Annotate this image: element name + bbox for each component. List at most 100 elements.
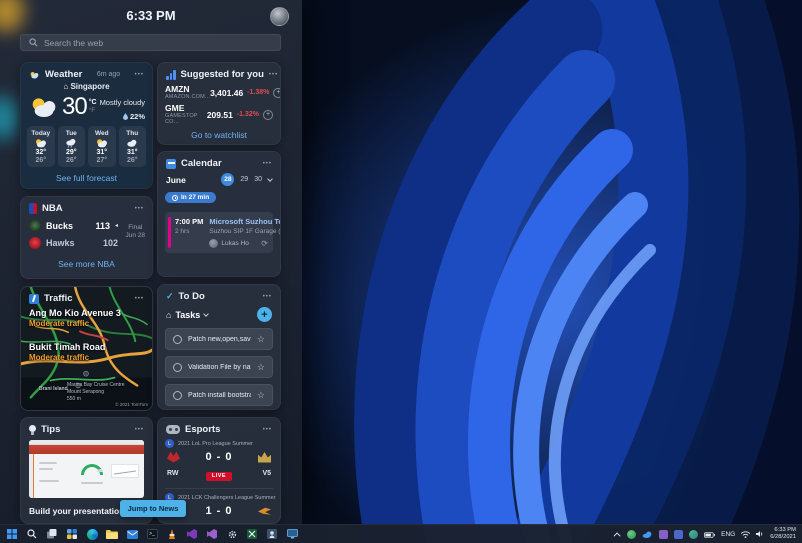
- sun-cloud-icon: [35, 139, 46, 148]
- add-to-watchlist-button[interactable]: +: [263, 109, 273, 120]
- widgets-button[interactable]: [66, 528, 78, 540]
- battery-icon[interactable]: [704, 525, 715, 543]
- network-icon[interactable]: [741, 525, 751, 543]
- visual-studio-button[interactable]: [186, 528, 198, 540]
- weather-location[interactable]: ⌂ Singapore: [21, 82, 152, 91]
- search-button[interactable]: [26, 528, 38, 540]
- terminal-button[interactable]: >_: [146, 528, 158, 540]
- rain-cloud-icon: [66, 138, 76, 148]
- media-player-button[interactable]: [166, 528, 178, 540]
- taskbar-date: 6/28/2021: [770, 534, 796, 540]
- todo-widget[interactable]: ✓ To Do ••• ⌂ Tasks + Patch new,open,sav…: [157, 284, 281, 410]
- traffic-menu-button[interactable]: •••: [135, 296, 144, 302]
- date-option[interactable]: 30: [254, 176, 262, 183]
- chevron-down-icon[interactable]: [267, 175, 273, 182]
- taskbar-clock[interactable]: 6:33 PM 6/28/2021: [770, 527, 796, 541]
- esports-match[interactable]: L 2021 LoL Pro League Summer 0 - 0 RW LI…: [158, 439, 280, 482]
- stocks-widget[interactable]: Suggested for you ••• AMZN AMAZON.COM...…: [157, 62, 281, 145]
- tray-app-teal-icon[interactable]: [689, 529, 699, 539]
- task-view-button[interactable]: [46, 528, 58, 540]
- tray-app-green-icon[interactable]: [627, 529, 637, 539]
- volume-icon[interactable]: [756, 525, 764, 543]
- star-icon[interactable]: ☆: [257, 362, 265, 373]
- clock-icon: [172, 194, 178, 201]
- team-logo-hle: [258, 507, 271, 515]
- weather-menu-button[interactable]: •••: [135, 72, 144, 78]
- task-text: Patch new,open,save,edi...: [188, 335, 251, 343]
- stocks-menu-button[interactable]: •••: [269, 72, 278, 78]
- add-to-watchlist-button[interactable]: +: [273, 87, 280, 98]
- see-more-nba-link[interactable]: See more NBA: [21, 259, 152, 269]
- task-complete-radio[interactable]: [173, 362, 182, 372]
- excel-button[interactable]: [246, 528, 258, 540]
- forecast-day[interactable]: Today 32° 26°: [27, 126, 55, 167]
- stock-name: AMAZON.COM...: [165, 94, 211, 100]
- calendar-widget[interactable]: Calendar ••• June 28 29 30 In 27 min 7:0…: [157, 151, 281, 277]
- gear-icon: [228, 530, 236, 538]
- teams-icon[interactable]: [674, 529, 684, 539]
- edge-browser-button[interactable]: [86, 528, 98, 540]
- tray-overflow-button[interactable]: [613, 531, 621, 539]
- forecast-day[interactable]: Wed 31° 27°: [88, 126, 116, 167]
- task-complete-radio[interactable]: [173, 390, 182, 400]
- search-placeholder: Search the web: [44, 37, 104, 48]
- task-list-selector[interactable]: Tasks: [175, 310, 200, 320]
- nba-widget[interactable]: NBA ••• Bucks 113 ◂ Hawks 102 Final Jun: [20, 196, 153, 279]
- star-icon[interactable]: ☆: [257, 390, 265, 401]
- weather-widget[interactable]: Weather 6m ago ••• ⌂ Singapore 30 °C °F: [20, 62, 153, 189]
- onedrive-icon[interactable]: [642, 525, 653, 543]
- monitor-app-button[interactable]: [286, 528, 298, 540]
- tray-app-purple-icon[interactable]: [659, 529, 669, 539]
- nba-menu-button[interactable]: •••: [135, 206, 144, 212]
- start-button[interactable]: [6, 528, 18, 540]
- search-input[interactable]: Search the web: [20, 34, 281, 51]
- home-icon: ⌂: [63, 82, 69, 91]
- esports-title: Esports: [185, 424, 221, 435]
- unit-celsius[interactable]: °C: [89, 99, 97, 107]
- remote-app-button[interactable]: [266, 528, 278, 540]
- date-selected[interactable]: 28: [221, 173, 235, 186]
- traffic-widget[interactable]: Traffic ••• Ang Mo Kio Avenue 3 Moderate…: [20, 286, 153, 411]
- calendar-event[interactable]: 7:00 PM 2 hrs Microsoft Suzhou Toa... Su…: [165, 211, 280, 253]
- chevron-down-icon[interactable]: [203, 310, 210, 317]
- traffic-icon: [29, 293, 39, 304]
- see-full-forecast-link[interactable]: See full forecast: [21, 173, 152, 183]
- stock-row[interactable]: AMZN AMAZON.COM... 3,401.46 -1.38% +: [158, 83, 280, 102]
- task-item[interactable]: Validation File by name ☆: [165, 356, 273, 378]
- event-title: Microsoft Suzhou Toa...: [209, 216, 280, 226]
- mail-icon: [126, 529, 138, 539]
- unit-fahrenheit[interactable]: °F: [89, 107, 97, 115]
- mail-button[interactable]: [126, 528, 138, 540]
- vs-code-button[interactable]: [206, 528, 218, 540]
- language-indicator[interactable]: ENG: [721, 531, 735, 538]
- team-name: RW: [167, 469, 179, 477]
- task-complete-radio[interactable]: [173, 334, 182, 344]
- hawks-logo-icon: [29, 236, 41, 249]
- weather-updated: 6m ago: [96, 71, 121, 78]
- todo-menu-button[interactable]: •••: [263, 294, 272, 300]
- home-icon: ⌂: [166, 309, 172, 320]
- go-to-watchlist-link[interactable]: Go to watchlist: [158, 130, 280, 140]
- event-countdown-badge: In 27 min: [165, 192, 217, 203]
- monitor-icon: [286, 529, 298, 539]
- calendar-menu-button[interactable]: •••: [263, 161, 272, 167]
- file-explorer-button[interactable]: [106, 528, 118, 540]
- add-task-button[interactable]: +: [257, 307, 272, 322]
- todo-title: To Do: [178, 291, 205, 302]
- jump-to-news-button[interactable]: Jump to News: [120, 500, 186, 517]
- attendee-name: Lukas Ho: [221, 239, 249, 247]
- date-option[interactable]: 29: [240, 176, 248, 183]
- task-item[interactable]: Patch install bootstrapp... ☆: [165, 384, 273, 406]
- forecast-day[interactable]: Thu 31° 26°: [118, 126, 146, 167]
- star-icon[interactable]: ☆: [257, 334, 265, 345]
- sync-icon[interactable]: ⟳: [261, 239, 268, 248]
- settings-button[interactable]: [226, 528, 238, 540]
- user-avatar[interactable]: [270, 7, 289, 26]
- stock-row[interactable]: GME GAMESTOP CO... 209.51 -1.32% +: [158, 104, 280, 125]
- nba-title: NBA: [42, 203, 63, 214]
- tips-menu-button[interactable]: •••: [135, 427, 144, 433]
- edge-icon: [86, 528, 98, 540]
- task-item[interactable]: Patch new,open,save,edi... ☆: [165, 328, 273, 350]
- esports-menu-button[interactable]: •••: [263, 427, 272, 433]
- forecast-day[interactable]: Tue 29° 26°: [57, 126, 85, 167]
